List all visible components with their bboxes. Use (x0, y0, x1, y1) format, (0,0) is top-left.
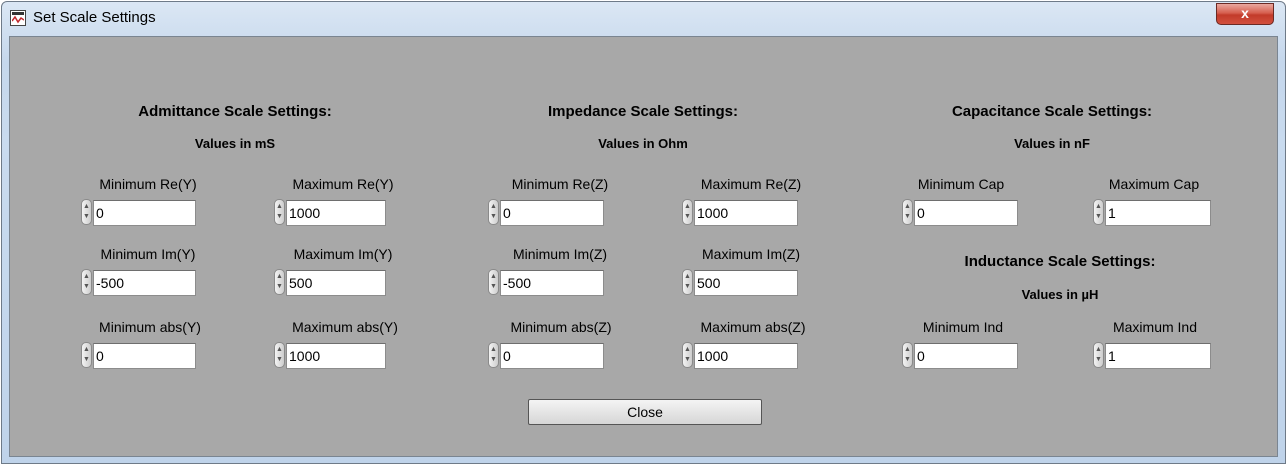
max-im-z-spinner[interactable]: ▲ ▼ (682, 269, 693, 295)
inductance-units: Values in µH (1021, 287, 1099, 302)
max-abs-z-label: Maximum abs(Z) (700, 319, 806, 335)
max-im-y-input[interactable]: 500 (286, 270, 386, 296)
impedance-units: Values in Ohm (598, 136, 688, 151)
min-abs-z-input[interactable]: 0 (500, 343, 604, 369)
max-abs-y-label: Maximum abs(Y) (292, 319, 398, 335)
min-re-y-spinner[interactable]: ▲ ▼ (81, 199, 92, 225)
min-ind-spinner[interactable]: ▲ ▼ (902, 342, 913, 368)
max-cap-label: Maximum Cap (1108, 176, 1200, 192)
dialog-window: Set Scale Settings x Admittance Scale Se… (1, 1, 1286, 464)
max-ind-spinner[interactable]: ▲ ▼ (1093, 342, 1104, 368)
min-ind-input[interactable]: 0 (914, 343, 1018, 369)
max-abs-z-input[interactable]: 1000 (694, 343, 798, 369)
close-button[interactable]: Close (528, 399, 762, 425)
inductance-section-title: Inductance Scale Settings: (964, 253, 1156, 270)
max-im-z-label: Maximum Im(Z) (702, 246, 800, 262)
max-re-z-spinner[interactable]: ▲ ▼ (682, 199, 693, 225)
dialog-body: Admittance Scale Settings: Values in mS … (9, 36, 1278, 457)
max-abs-y-input[interactable]: 1000 (286, 343, 386, 369)
max-re-y-spinner[interactable]: ▲ ▼ (274, 199, 285, 225)
min-cap-input[interactable]: 0 (914, 200, 1018, 226)
title-bar[interactable]: Set Scale Settings x (2, 2, 1285, 36)
min-im-y-spinner[interactable]: ▲ ▼ (81, 269, 92, 295)
capacitance-units: Values in nF (1014, 136, 1090, 151)
max-re-y-label: Maximum Re(Y) (292, 176, 394, 192)
min-abs-y-input[interactable]: 0 (93, 343, 196, 369)
min-abs-z-spinner[interactable]: ▲ ▼ (488, 342, 499, 368)
min-im-z-spinner[interactable]: ▲ ▼ (488, 269, 499, 295)
max-im-y-spinner[interactable]: ▲ ▼ (274, 269, 285, 295)
max-im-z-input[interactable]: 500 (694, 270, 798, 296)
min-im-z-input[interactable]: -500 (500, 270, 604, 296)
min-re-y-input[interactable]: 0 (93, 200, 196, 226)
min-cap-label: Minimum Cap (917, 176, 1005, 192)
max-re-z-input[interactable]: 1000 (694, 200, 798, 226)
admittance-units: Values in mS (194, 136, 276, 151)
max-ind-input[interactable]: 1 (1105, 343, 1211, 369)
min-abs-y-spinner[interactable]: ▲ ▼ (81, 342, 92, 368)
min-re-y-label: Minimum Re(Y) (99, 176, 197, 192)
min-ind-label: Minimum Ind (922, 319, 1004, 335)
max-abs-z-spinner[interactable]: ▲ ▼ (682, 342, 693, 368)
min-re-z-spinner[interactable]: ▲ ▼ (488, 199, 499, 225)
max-re-y-input[interactable]: 1000 (286, 200, 386, 226)
min-cap-spinner[interactable]: ▲ ▼ (902, 199, 913, 225)
min-im-z-label: Minimum Im(Z) (512, 246, 608, 262)
capacitance-section-title: Capacitance Scale Settings: (951, 103, 1153, 120)
app-chart-icon (10, 10, 26, 26)
max-im-y-label: Maximum Im(Y) (293, 246, 393, 262)
min-im-y-label: Minimum Im(Y) (100, 246, 196, 262)
min-abs-z-label: Minimum abs(Z) (510, 319, 612, 335)
max-abs-y-spinner[interactable]: ▲ ▼ (274, 342, 285, 368)
min-abs-y-label: Minimum abs(Y) (99, 319, 201, 335)
window-close-button[interactable]: x (1216, 3, 1274, 25)
max-ind-label: Maximum Ind (1112, 319, 1198, 335)
admittance-section-title: Admittance Scale Settings: (138, 103, 332, 120)
close-icon: x (1241, 5, 1249, 21)
max-cap-input[interactable]: 1 (1105, 200, 1211, 226)
min-im-y-input[interactable]: -500 (93, 270, 196, 296)
window-title: Set Scale Settings (33, 9, 156, 26)
min-re-z-input[interactable]: 0 (500, 200, 604, 226)
impedance-section-title: Impedance Scale Settings: (547, 103, 739, 120)
max-cap-spinner[interactable]: ▲ ▼ (1093, 199, 1104, 225)
max-re-z-label: Maximum Re(Z) (700, 176, 802, 192)
min-re-z-label: Minimum Re(Z) (511, 176, 609, 192)
